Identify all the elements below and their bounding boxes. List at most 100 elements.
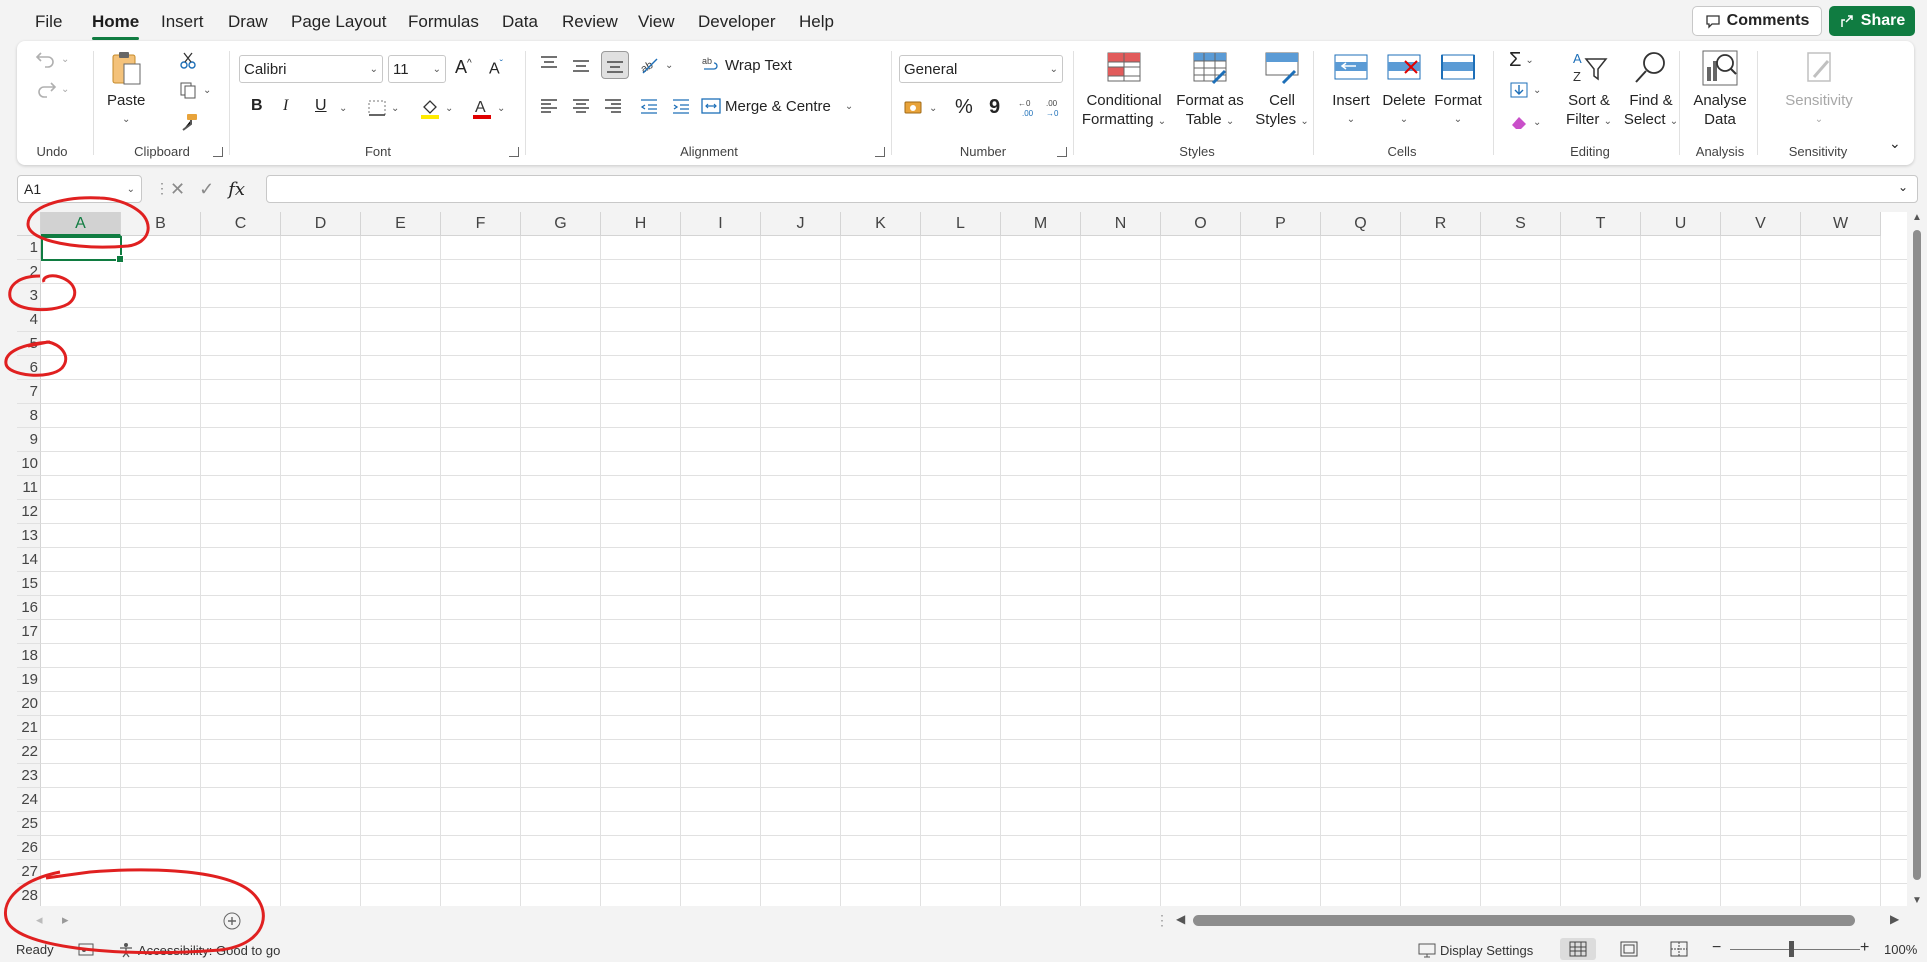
decrease-indent-icon[interactable]	[639, 97, 659, 115]
column-header-i[interactable]: I	[681, 212, 761, 236]
row-header-23[interactable]: 23	[17, 764, 41, 788]
align-left-icon[interactable]	[539, 97, 559, 115]
row-header-14[interactable]: 14	[17, 548, 41, 572]
column-header-b[interactable]: B	[121, 212, 201, 236]
number-launcher-icon[interactable]	[1057, 147, 1067, 157]
row-header-12[interactable]: 12	[17, 500, 41, 524]
column-header-f[interactable]: F	[441, 212, 521, 236]
undo-button[interactable]: ⌄	[35, 49, 69, 69]
font-size-select[interactable]: 11 ⌄	[388, 55, 446, 83]
tab-draw[interactable]: Draw	[228, 12, 268, 32]
zoom-slider-thumb[interactable]	[1789, 941, 1794, 957]
tab-data[interactable]: Data	[502, 12, 538, 32]
column-header-r[interactable]: R	[1401, 212, 1481, 236]
borders-button[interactable]: ⌄	[367, 99, 399, 117]
row-header-5[interactable]: 5	[17, 332, 41, 356]
align-top-icon[interactable]	[539, 55, 559, 73]
column-header-k[interactable]: K	[841, 212, 921, 236]
percent-button[interactable]: %	[955, 96, 973, 119]
paste-button[interactable]: Paste ⌄	[107, 49, 145, 129]
normal-view-button[interactable]	[1560, 938, 1596, 960]
row-header-26[interactable]: 26	[17, 836, 41, 860]
insert-function-icon[interactable]: fx	[228, 179, 245, 200]
analyse-data-button[interactable]: Analyse Data	[1689, 49, 1751, 129]
clipboard-launcher-icon[interactable]	[213, 147, 223, 157]
italic-button[interactable]: I	[283, 97, 288, 115]
column-header-m[interactable]: M	[1001, 212, 1081, 236]
column-header-l[interactable]: L	[921, 212, 1001, 236]
row-header-16[interactable]: 16	[17, 596, 41, 620]
chevron-down-icon[interactable]: ⌄	[339, 103, 347, 114]
font-family-select[interactable]: Calibri ⌄	[239, 55, 383, 83]
name-box[interactable]: A1 ⌄	[17, 175, 142, 203]
row-header-25[interactable]: 25	[17, 812, 41, 836]
worksheet-grid[interactable]: A B C D E F G H I J K L M N O P Q R S T U V W 1 2 3 4 5 6 7 8 9 10 11 12 13…	[17, 212, 1907, 906]
insert-cells-button[interactable]: Insert ⌄	[1325, 49, 1377, 129]
align-bottom-button[interactable]	[601, 51, 629, 79]
zoom-in-icon[interactable]: +	[1860, 939, 1869, 957]
column-header-c[interactable]: C	[201, 212, 281, 236]
active-cell[interactable]	[41, 236, 124, 263]
scroll-right-icon[interactable]: ▶	[1890, 912, 1899, 926]
prev-sheet-icon[interactable]: ◂	[36, 912, 43, 928]
row-header-21[interactable]: 21	[17, 716, 41, 740]
format-as-table-button[interactable]: Format as Table ⌄	[1171, 49, 1249, 131]
tab-view[interactable]: View	[638, 12, 675, 32]
row-header-4[interactable]: 4	[17, 308, 41, 332]
tab-file[interactable]: File	[35, 12, 62, 32]
tab-developer[interactable]: Developer	[698, 12, 776, 32]
decrease-font-button[interactable]: Aˇ	[489, 59, 503, 78]
scroll-up-icon[interactable]: ▲	[1912, 212, 1922, 223]
orientation-button[interactable]: ab ⌄	[639, 55, 673, 75]
tab-page-layout[interactable]: Page Layout	[291, 12, 386, 32]
fill-button[interactable]: ⌄	[1509, 81, 1541, 99]
tab-formulas[interactable]: Formulas	[408, 12, 479, 32]
zoom-out-icon[interactable]: −	[1712, 939, 1721, 957]
scroll-down-icon[interactable]: ▼	[1912, 895, 1922, 906]
alignment-launcher-icon[interactable]	[875, 147, 885, 157]
column-header-u[interactable]: U	[1641, 212, 1721, 236]
column-header-s[interactable]: S	[1481, 212, 1561, 236]
align-right-icon[interactable]	[603, 97, 623, 115]
horizontal-scroll-thumb[interactable]	[1193, 915, 1855, 926]
row-header-6[interactable]: 6	[17, 356, 41, 380]
tab-review[interactable]: Review	[562, 12, 618, 32]
merge-centre-button[interactable]: Merge & Centre ⌄	[701, 97, 853, 115]
row-header-28[interactable]: 28	[17, 884, 41, 906]
accessibility-status[interactable]: Accessibility: Good to go	[118, 942, 280, 958]
align-middle-icon[interactable]	[571, 57, 591, 75]
bold-button[interactable]: B	[251, 97, 263, 115]
display-settings-button[interactable]: Display Settings	[1418, 942, 1533, 958]
column-header-q[interactable]: Q	[1321, 212, 1401, 236]
collapse-ribbon-button[interactable]: ⌄	[1889, 135, 1901, 152]
column-header-g[interactable]: G	[521, 212, 601, 236]
sort-filter-button[interactable]: AZ Sort & Filter ⌄	[1559, 49, 1619, 131]
row-header-13[interactable]: 13	[17, 524, 41, 548]
autosum-button[interactable]: Σ ⌄	[1509, 49, 1534, 72]
column-header-p[interactable]: P	[1241, 212, 1321, 236]
row-header-3[interactable]: 3	[17, 284, 41, 308]
column-header-d[interactable]: D	[281, 212, 361, 236]
row-header-18[interactable]: 18	[17, 644, 41, 668]
share-button[interactable]: Share	[1829, 6, 1915, 36]
number-format-select[interactable]: General ⌄	[899, 55, 1063, 83]
page-break-view-icon[interactable]	[1670, 941, 1688, 957]
cell-styles-button[interactable]: Cell Styles ⌄	[1251, 49, 1313, 131]
row-header-7[interactable]: 7	[17, 380, 41, 404]
next-sheet-icon[interactable]: ▸	[62, 912, 69, 928]
column-header-w[interactable]: W	[1801, 212, 1881, 236]
row-header-15[interactable]: 15	[17, 572, 41, 596]
column-header-v[interactable]: V	[1721, 212, 1801, 236]
page-layout-view-icon[interactable]	[1620, 941, 1638, 957]
tab-help[interactable]: Help	[799, 12, 834, 32]
row-header-2[interactable]: 2	[17, 260, 41, 284]
decrease-decimal-icon[interactable]: .00→0	[1043, 97, 1065, 119]
row-header-17[interactable]: 17	[17, 620, 41, 644]
row-header-24[interactable]: 24	[17, 788, 41, 812]
tab-insert[interactable]: Insert	[161, 12, 204, 32]
sensitivity-button[interactable]: Sensitivity ⌄	[1769, 49, 1869, 129]
row-header-27[interactable]: 27	[17, 860, 41, 884]
underline-button[interactable]: U	[315, 97, 327, 115]
drag-handle-icon[interactable]: ⋮	[155, 180, 169, 197]
format-cells-button[interactable]: Format ⌄	[1433, 49, 1483, 129]
